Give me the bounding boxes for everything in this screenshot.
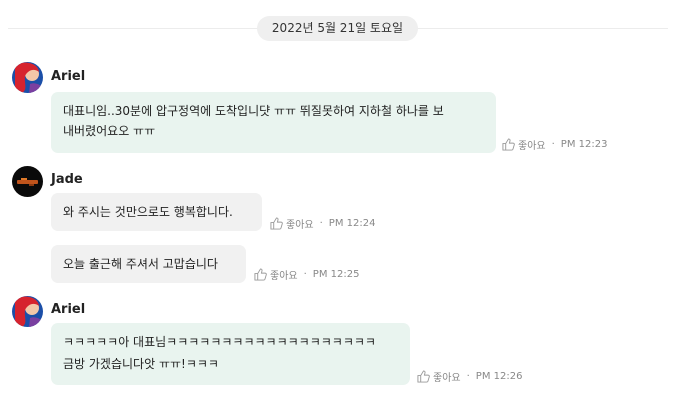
timestamp: PM 12:25 [312, 269, 360, 280]
ariel-avatar[interactable] [12, 62, 43, 93]
timestamp: PM 12:24 [328, 218, 376, 229]
timestamp: PM 12:26 [475, 371, 523, 382]
timestamp: PM 12:23 [560, 139, 608, 150]
thumbs-up-icon [502, 138, 515, 151]
message-bubble[interactable]: 대표니임..30분에 압구정역에 도착입니댯 ㅠㅠ 뛰질못하여 지하철 하나를 … [51, 92, 496, 153]
message-line: 와 주시는 것만으로도 행복합니다. [63, 205, 233, 219]
sender-name: Ariel [51, 302, 86, 317]
message-meta: 좋아요 · PM 12:23 [502, 137, 607, 152]
date-separator: 2022년 5월 21일 토요일 [257, 16, 418, 41]
thumbs-up-icon [254, 268, 267, 281]
thumbs-up-icon [417, 370, 430, 383]
thumbs-up-icon [270, 217, 283, 230]
message-bubble[interactable]: 오늘 출근해 주셔서 고맙습니다 [51, 245, 246, 283]
like-button[interactable]: 좋아요 [270, 216, 314, 231]
like-label: 좋아요 [518, 141, 546, 152]
message-bubble[interactable]: ㅋㅋㅋㅋㅋ아 대표님ㅋㅋㅋㅋㅋㅋㅋㅋㅋㅋㅋㅋㅋㅋㅋㅋㅋㅋㅋ 금방 가겠습니다앗 … [51, 323, 410, 385]
separator-dot: · [466, 371, 470, 382]
like-button[interactable]: 좋아요 [417, 369, 461, 384]
like-label: 좋아요 [270, 271, 298, 282]
separator-dot: · [319, 218, 323, 229]
message-meta: 좋아요 · PM 12:26 [417, 369, 522, 384]
message-meta: 좋아요 · PM 12:25 [254, 267, 359, 282]
like-label: 좋아요 [286, 220, 314, 231]
like-button[interactable]: 좋아요 [502, 137, 546, 152]
sender-name: Ariel [51, 69, 86, 84]
sender-name: Jade [51, 172, 83, 187]
like-label: 좋아요 [433, 373, 461, 384]
like-button[interactable]: 좋아요 [254, 267, 298, 282]
ariel-avatar[interactable] [12, 296, 43, 327]
message-line: 오늘 출근해 주셔서 고맙습니다 [63, 257, 218, 271]
message-meta: 좋아요 · PM 12:24 [270, 216, 375, 231]
jade-avatar[interactable] [12, 166, 43, 197]
separator-dot: · [551, 139, 555, 150]
message-bubble[interactable]: 와 주시는 것만으로도 행복합니다. [51, 193, 262, 231]
separator-dot: · [303, 269, 307, 280]
